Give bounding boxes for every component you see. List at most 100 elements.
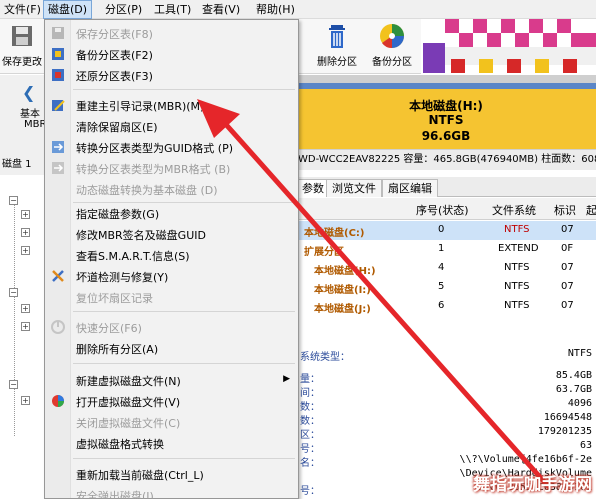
detail-label: 数：	[300, 416, 320, 427]
tree-expand-toggle[interactable]: +	[21, 228, 30, 237]
save-icon	[7, 21, 37, 51]
nav-back-icon[interactable]: ❮	[22, 83, 35, 102]
partition-table: 序号(状态) 文件系统 标识 起 本地磁盘(C:) 0 NTFS 07 扩展分区…	[296, 198, 596, 318]
save-changes-button[interactable]: 保存更改	[0, 21, 44, 68]
detail-value: 63.7GB	[555, 384, 592, 395]
detail-value: 179201235	[537, 426, 592, 437]
tab-browse-files[interactable]: 浏览文件	[326, 179, 382, 197]
tab-bar: 参数 浏览文件 扇区编辑	[296, 177, 596, 197]
menu-separator	[73, 363, 295, 364]
menu-item-convert-to-mbr[interactable]: 转换分区表类型为MBR格式 (B)	[45, 158, 298, 179]
col-start-header: 起	[586, 204, 596, 217]
backup-partition-button[interactable]: 备份分区	[366, 21, 418, 68]
detail-label: 号：	[300, 444, 320, 455]
table-row[interactable]: 本地磁盘(J:) 6 NTFS 07	[296, 297, 596, 316]
menu-item-new-vdisk[interactable]: 新建虚拟磁盘文件(N) ▶	[45, 370, 298, 391]
disk-nav-strip: ❮ 基本 MBR 磁盘 1	[0, 75, 46, 175]
menu-item-dynamic-to-basic[interactable]: 动态磁盘转换为基本磁盘 (D)	[45, 179, 298, 200]
detail-label: 号：	[300, 486, 320, 497]
menu-partition[interactable]: 分区(P)	[101, 0, 146, 19]
detail-value: \\?\Volume{4fe16b6f-2e	[459, 454, 592, 465]
detail-label: 名：	[300, 458, 320, 469]
detail-label: 量：	[300, 374, 320, 385]
watermark-text: 舞指玩咖手游网	[473, 475, 592, 495]
menu-item-bad-sector-repair[interactable]: 坏道检测与修复(Y)	[45, 266, 298, 287]
fs-type-value: NTFS	[567, 348, 592, 359]
convert-icon	[51, 140, 65, 154]
tab-parameters[interactable]: 参数	[296, 179, 330, 197]
menu-help[interactable]: 帮助(H)	[252, 0, 299, 19]
menu-item-backup-partition-table[interactable]: 备份分区表(F2)	[45, 44, 298, 65]
tree-expand-toggle[interactable]: +	[21, 396, 30, 405]
delete-partition-button[interactable]: 删除分区	[312, 21, 362, 68]
tree-expand-toggle[interactable]: +	[21, 210, 30, 219]
save-changes-label: 保存更改	[2, 57, 42, 68]
menu-tools[interactable]: 工具(T)	[150, 0, 195, 19]
disk-tree-panel: − + + + − + + − +	[0, 176, 46, 499]
menu-item-clear-reserved-sectors[interactable]: 清除保留扇区(E)	[45, 116, 298, 137]
detail-value: 4096	[567, 398, 592, 409]
menu-item-open-vdisk[interactable]: 打开虚拟磁盘文件(V)	[45, 391, 298, 412]
backup-icon	[51, 47, 65, 61]
table-row[interactable]: 本地磁盘(C:) 0 NTFS 07	[296, 221, 596, 240]
menu-item-rebuild-mbr[interactable]: 重建主引导记录(MBR)(M)	[45, 95, 298, 116]
disk-dropdown-menu: 保存分区表(F8) 备份分区表(F2) 还原分区表(F3) 重建主引导记录(MB…	[44, 19, 299, 499]
disk-row-label: 磁盘 1	[2, 159, 32, 170]
menu-item-quick-partition[interactable]: 快速分区(F6)	[45, 317, 298, 338]
submenu-arrow-icon: ▶	[283, 374, 290, 384]
menu-item-disk-parameters[interactable]: 指定磁盘参数(G)	[45, 203, 298, 224]
tree-expand-toggle[interactable]: +	[21, 246, 30, 255]
menu-separator	[73, 89, 295, 90]
menu-item-modify-mbr-signature[interactable]: 修改MBR签名及磁盘GUID	[45, 224, 298, 245]
disk-map: 本地磁盘(H:) NTFS 96.6GB	[296, 75, 596, 150]
menu-separator	[73, 311, 295, 312]
menu-item-convert-to-guid[interactable]: 转换分区表类型为GUID格式 (P)	[45, 137, 298, 158]
table-row[interactable]: 本地磁盘(H:) 4 NTFS 07	[296, 259, 596, 278]
menu-bar: 文件(F) 磁盘(D) 分区(P) 工具(T) 查看(V) 帮助(H)	[0, 0, 596, 19]
detail-label: 间：	[300, 388, 320, 399]
menu-item-close-vdisk[interactable]: 关闭虚拟磁盘文件(C)	[45, 412, 298, 433]
detail-label: 数：	[300, 402, 320, 413]
menu-disk[interactable]: 磁盘(D)	[43, 0, 93, 19]
table-row[interactable]: 本地磁盘(I:) 5 NTFS 07	[296, 278, 596, 297]
tab-sector-edit[interactable]: 扇区编辑	[382, 179, 438, 197]
menu-file[interactable]: 文件(F)	[0, 0, 45, 19]
partition-block-name: 本地磁盘(H:)	[409, 99, 483, 113]
partition-block-fs: NTFS	[428, 113, 464, 127]
detail-value: 85.4GB	[555, 370, 592, 381]
col-index-header: 序号(状态)	[416, 204, 469, 217]
col-id-header: 标识	[554, 204, 576, 217]
menu-item-reload-disk[interactable]: 重新加载当前磁盘(Ctrl_L)	[45, 464, 298, 485]
menu-view[interactable]: 查看(V)	[198, 0, 244, 19]
tree-expand-toggle[interactable]: −	[9, 380, 18, 389]
tree-expand-toggle[interactable]: +	[21, 304, 30, 313]
partition-table-header: 序号(状态) 文件系统 标识 起	[296, 198, 596, 220]
restore-icon	[51, 68, 65, 82]
menu-item-delete-all-partitions[interactable]: 删除所有分区(A)	[45, 338, 298, 359]
detail-value: 63	[579, 440, 592, 451]
fs-type-label: 系统类型：	[300, 352, 350, 363]
table-row[interactable]: 扩展分区 1 EXTEND 0F	[296, 240, 596, 259]
menu-item-smart-info[interactable]: 查看S.M.A.R.T.信息(S)	[45, 245, 298, 266]
detail-value: 16694548	[543, 412, 592, 423]
menu-separator	[73, 458, 295, 459]
col-fs-header: 文件系统	[492, 204, 536, 217]
ad-banner[interactable]	[421, 19, 596, 74]
disk-info-bar: WD-WCC2EAV82225 容量：465.8GB(476940MB) 柱面数…	[296, 150, 596, 170]
tree-expand-toggle[interactable]: +	[21, 322, 30, 331]
menu-item-reset-bad-sectors[interactable]: 复位坏扇区记录	[45, 287, 298, 308]
disk-pie-icon	[377, 21, 407, 51]
tree-expand-toggle[interactable]: −	[9, 196, 18, 205]
menu-item-eject-disk[interactable]: 安全弹出磁盘(J)	[45, 485, 298, 499]
tree-expand-toggle[interactable]: −	[9, 288, 18, 297]
tree-connector	[14, 196, 15, 436]
menu-item-restore-partition-table[interactable]: 还原分区表(F3)	[45, 65, 298, 86]
partition-block-size: 96.6GB	[421, 129, 471, 143]
menu-item-vdisk-format-convert[interactable]: 虚拟磁盘格式转换	[45, 433, 298, 454]
menu-item-save-partition-table[interactable]: 保存分区表(F8)	[45, 23, 298, 44]
detail-label: 区：	[300, 430, 320, 441]
partition-block-h[interactable]: 本地磁盘(H:) NTFS 96.6GB	[296, 83, 596, 149]
open-vdisk-icon	[51, 394, 65, 408]
backup-partition-label: 备份分区	[372, 57, 412, 68]
disk-type-label: 基本	[20, 109, 40, 120]
